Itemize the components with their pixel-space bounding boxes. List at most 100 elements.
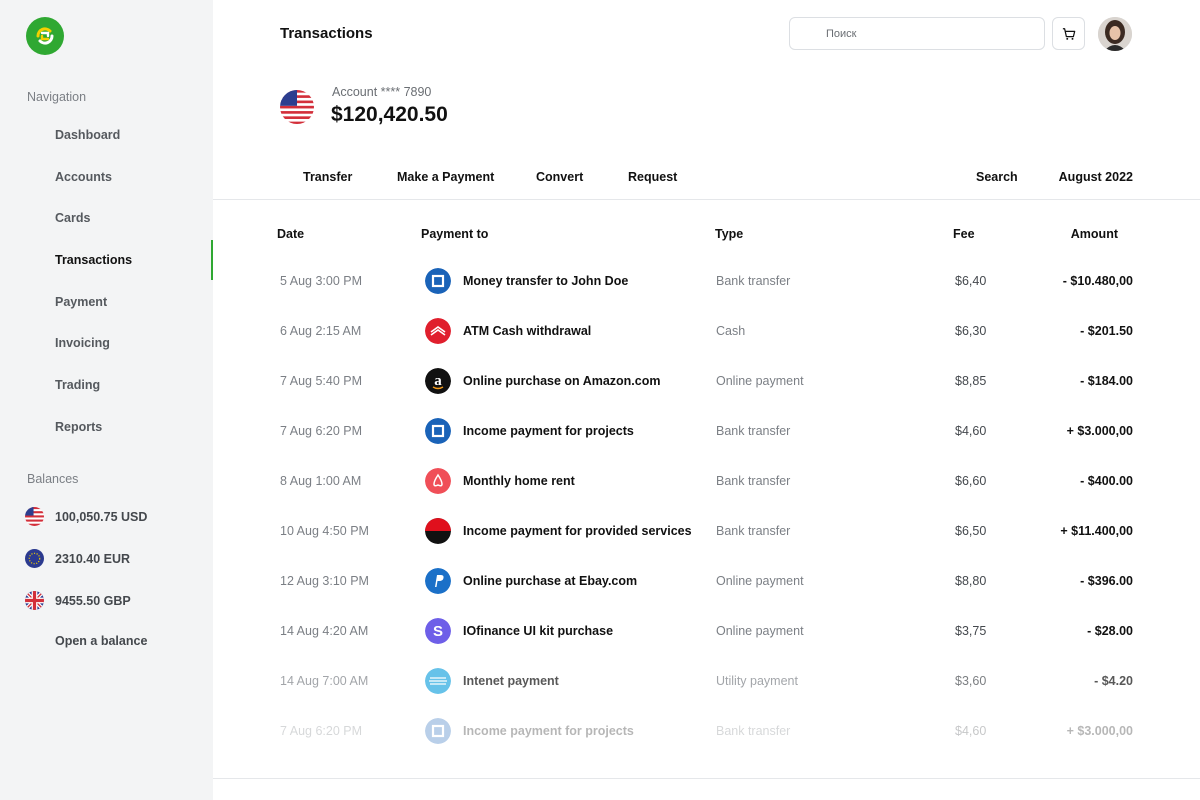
transaction-date: 7 Aug 6:20 PM	[280, 724, 363, 738]
account-flag-icon	[280, 90, 314, 124]
transaction-description: Income payment for provided services	[463, 524, 692, 538]
table-row[interactable]: 7 Aug 5:40 PM a Online purchase on Amazon.…	[213, 356, 1200, 406]
request-button[interactable]: Request	[628, 170, 677, 184]
transaction-fee: $6,60	[955, 474, 987, 488]
chase-bank-icon	[425, 718, 451, 744]
transaction-amount: - $396.00	[1080, 574, 1133, 588]
balance-gbp-label: 9455.50 GBP	[55, 593, 131, 608]
bank-half-circle-icon	[425, 518, 451, 544]
divider	[213, 199, 1200, 200]
att-icon	[425, 668, 451, 694]
sidebar-item-invoicing[interactable]: Invoicing	[55, 336, 110, 350]
svg-text:S: S	[433, 623, 443, 640]
convert-button[interactable]: Convert	[536, 170, 583, 184]
transaction-date: 14 Aug 4:20 AM	[280, 624, 369, 638]
transaction-fee: $6,30	[955, 324, 987, 338]
transaction-description: Income payment for projects	[463, 424, 634, 438]
transaction-type: Bank transfer	[716, 424, 791, 438]
column-header-amount[interactable]: Amount	[1071, 227, 1118, 241]
table-row[interactable]: 7 Aug 6:20 PM Income payment for projects…	[213, 706, 1200, 756]
transaction-date: 7 Aug 6:20 PM	[280, 424, 363, 438]
table-row[interactable]: 5 Aug 3:00 PM Money transfer to John Doe B…	[213, 256, 1200, 306]
search-button[interactable]: Search	[976, 170, 1018, 184]
divider	[213, 778, 1200, 779]
transaction-amount: + $3.000,00	[1066, 724, 1133, 738]
period-selector[interactable]: August 2022	[1059, 170, 1133, 184]
transaction-date: 12 Aug 3:10 PM	[280, 574, 369, 588]
transaction-date: 7 Aug 5:40 PM	[280, 374, 363, 388]
transaction-type: Bank transfer	[716, 524, 791, 538]
column-header-date[interactable]: Date	[277, 227, 304, 241]
transaction-description: IOfinance UI kit purchase	[463, 624, 614, 638]
transaction-type: Utility payment	[716, 674, 798, 688]
chase-bank-icon	[425, 268, 451, 294]
table-row[interactable]: 8 Aug 1:00 AM Monthly home rent Bank trans…	[213, 456, 1200, 506]
column-header-type[interactable]: Type	[715, 227, 743, 241]
cart-icon	[1062, 27, 1075, 40]
transaction-amount: - $184.00	[1080, 374, 1133, 388]
transaction-date: 10 Aug 4:50 PM	[280, 524, 369, 538]
chase-bank-icon	[425, 418, 451, 444]
cart-button[interactable]	[1052, 17, 1085, 50]
transaction-fee: $6,50	[955, 524, 987, 538]
transaction-description: Online purchase at Ebay.com	[463, 574, 638, 588]
sidebar-item-reports[interactable]: Reports	[55, 420, 102, 434]
make-payment-button[interactable]: Make a Payment	[397, 170, 494, 184]
bank-of-america-icon	[425, 318, 451, 344]
transaction-date: 5 Aug 3:00 PM	[280, 274, 363, 288]
table-row[interactable]: 10 Aug 4:50 PM Income payment for provide…	[213, 506, 1200, 556]
us-flag-icon	[25, 507, 44, 526]
transaction-type: Online payment	[716, 624, 804, 638]
eu-flag-icon	[25, 549, 44, 568]
sidebar-item-accounts[interactable]: Accounts	[55, 170, 112, 184]
transaction-fee: $6,40	[955, 274, 987, 288]
uk-flag-icon	[25, 591, 44, 610]
transaction-description: Monthly home rent	[463, 474, 575, 488]
column-header-payment-to[interactable]: Payment to	[421, 227, 488, 241]
balance-gbp[interactable]: 9455.50 GBP	[25, 591, 131, 610]
transaction-type: Online payment	[716, 574, 804, 588]
transaction-type: Online payment	[716, 374, 804, 388]
transfer-button[interactable]: Transfer	[303, 170, 352, 184]
transaction-fee: $3,75	[955, 624, 987, 638]
svg-text:a: a	[434, 373, 442, 389]
page-title: Transactions	[280, 25, 373, 42]
transaction-fee: $3,60	[955, 674, 987, 688]
table-row[interactable]: 12 Aug 3:10 PM Online purchase at Ebay.co…	[213, 556, 1200, 606]
transaction-date: 14 Aug 7:00 AM	[280, 674, 369, 688]
sidebar-item-cards[interactable]: Cards	[55, 211, 90, 225]
transaction-fee: $8,85	[955, 374, 987, 388]
search-input[interactable]	[790, 18, 1044, 49]
transaction-type: Bank transfer	[716, 274, 791, 288]
table-row[interactable]: 7 Aug 6:20 PM Income payment for projects…	[213, 406, 1200, 456]
sidebar-item-transactions[interactable]: Transactions	[55, 253, 132, 267]
account-balance: $120,420.50	[331, 103, 448, 126]
transaction-type: Bank transfer	[716, 724, 791, 738]
sidebar-item-trading[interactable]: Trading	[55, 378, 100, 392]
balance-usd[interactable]: 100,050.75 USD	[25, 507, 147, 526]
balance-usd-label: 100,050.75 USD	[55, 509, 148, 524]
transaction-type: Bank transfer	[716, 474, 791, 488]
transaction-description: Income payment for projects	[463, 724, 634, 738]
transaction-amount: + $3.000,00	[1066, 424, 1133, 438]
transaction-amount: + $11.400,00	[1060, 524, 1133, 538]
table-row[interactable]: 6 Aug 2:15 AM ATM Cash withdrawal Cash $6,3…	[213, 306, 1200, 356]
sidebar-item-payment[interactable]: Payment	[55, 295, 107, 309]
account-number: Account **** 7890	[332, 85, 432, 99]
sidebar-item-dashboard[interactable]: Dashboard	[55, 128, 120, 142]
table-row[interactable]: 14 Aug 7:00 AM Intenet payment Utility pay…	[213, 656, 1200, 706]
table-row[interactable]: 14 Aug 4:20 AM S IOfinance UI kit purchase…	[213, 606, 1200, 656]
navigation-heading: Navigation	[27, 90, 87, 104]
search-field[interactable]	[789, 17, 1045, 50]
app-logo-icon[interactable]	[26, 17, 64, 55]
transaction-description: Online purchase on Amazon.com	[463, 374, 661, 388]
user-avatar[interactable]	[1098, 17, 1132, 51]
open-balance-button[interactable]: Open a balance	[55, 634, 147, 648]
transaction-amount: - $201.50	[1080, 324, 1133, 338]
transaction-amount: - $10.480,00	[1062, 274, 1133, 288]
column-header-fee[interactable]: Fee	[953, 227, 975, 241]
transaction-type: Cash	[716, 324, 746, 338]
sidebar: Navigation Dashboard Accounts Cards Tran…	[0, 0, 213, 800]
balance-eur[interactable]: 2310.40 EUR	[25, 549, 130, 568]
transaction-description: Money transfer to John Doe	[463, 274, 629, 288]
